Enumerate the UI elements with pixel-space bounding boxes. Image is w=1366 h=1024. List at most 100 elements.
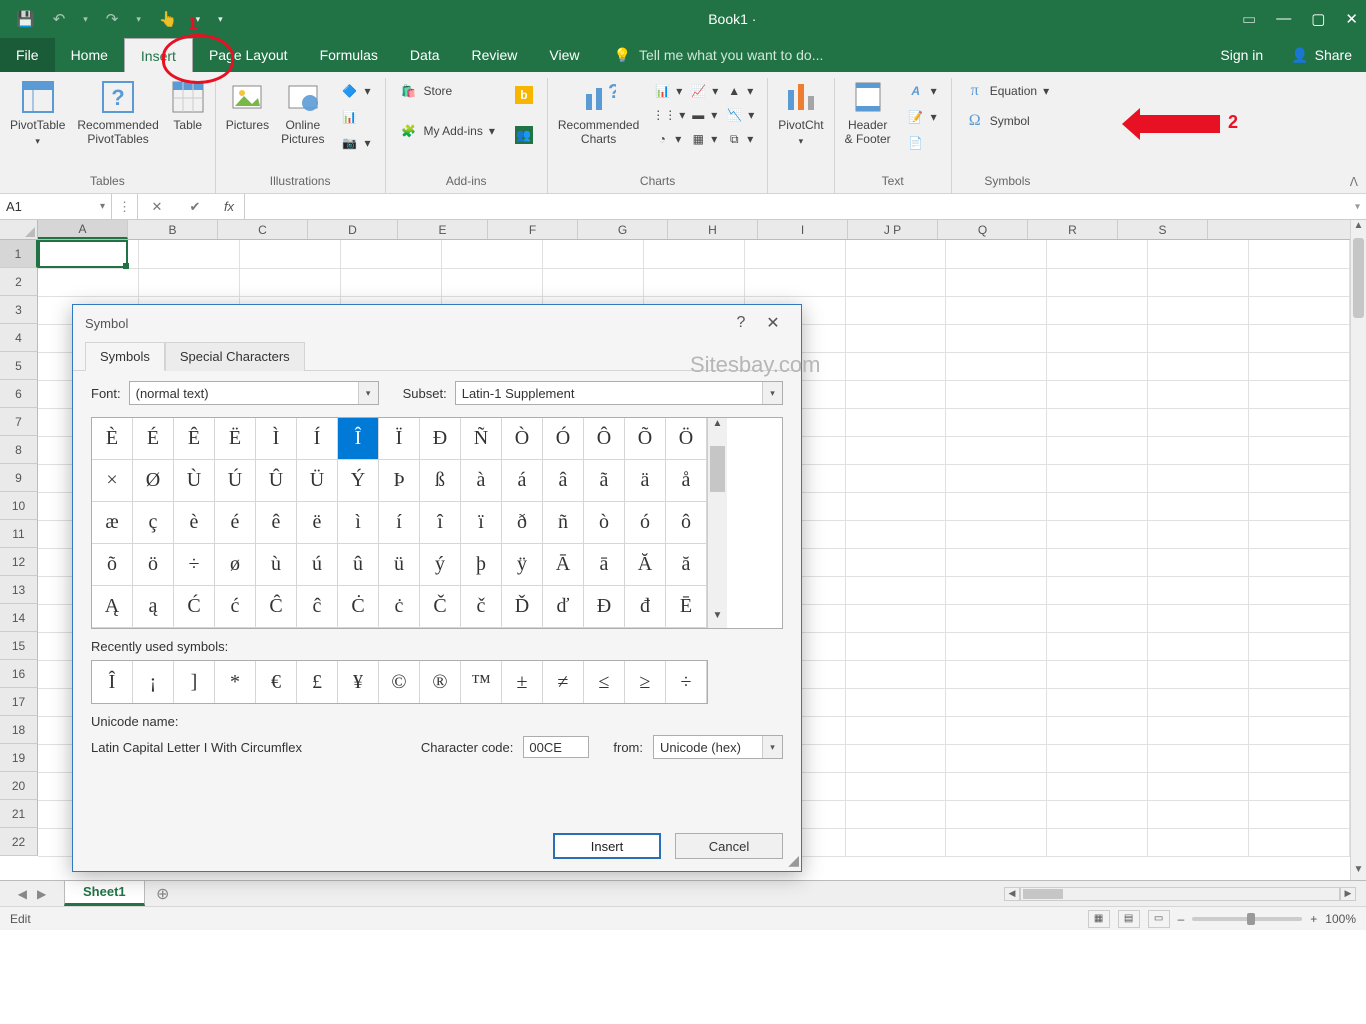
- qat-customize-icon[interactable]: ▾: [218, 14, 223, 25]
- symbol-cell[interactable]: ó: [625, 502, 666, 544]
- symbol-cell[interactable]: ì: [338, 502, 379, 544]
- symbol-cell[interactable]: É: [133, 418, 174, 460]
- symbol-cell[interactable]: Ë: [215, 418, 256, 460]
- symbol-cell[interactable]: Ă: [625, 544, 666, 586]
- row-header-8[interactable]: 8: [0, 436, 38, 464]
- row-header-4[interactable]: 4: [0, 324, 38, 352]
- row-header-19[interactable]: 19: [0, 744, 38, 772]
- col-header-C[interactable]: C: [218, 220, 308, 239]
- symbol-cell[interactable]: Ċ: [338, 586, 379, 628]
- tab-formulas[interactable]: Formulas: [304, 38, 394, 72]
- col-header-Q[interactable]: Q: [938, 220, 1028, 239]
- table-button[interactable]: Table: [171, 80, 205, 132]
- ribbon-options-icon[interactable]: ▭: [1242, 10, 1256, 28]
- chart-scatter-button[interactable]: ⋮⋮▾: [651, 104, 685, 126]
- symbol-cell[interactable]: Ď: [502, 586, 543, 628]
- dialog-tab-symbols[interactable]: Symbols: [85, 342, 165, 371]
- tell-me[interactable]: 💡Tell me what you want to do...: [596, 38, 1207, 72]
- rec-pivottables-button[interactable]: ?Recommended PivotTables: [77, 80, 158, 147]
- row-header-17[interactable]: 17: [0, 688, 38, 716]
- symbol-cell[interactable]: ê: [256, 502, 297, 544]
- row-header-21[interactable]: 21: [0, 800, 38, 828]
- myaddins-button[interactable]: 🧩My Add-ins ▾: [396, 120, 499, 142]
- zoom-slider[interactable]: [1192, 917, 1302, 921]
- symbol-cell[interactable]: ĉ: [297, 586, 338, 628]
- chart-pie-button[interactable]: ◔▾: [651, 128, 685, 150]
- sheet-prev-icon[interactable]: ◀: [18, 887, 27, 901]
- symbol-cell[interactable]: Ô: [584, 418, 625, 460]
- symbol-cell[interactable]: ô: [666, 502, 707, 544]
- recent-symbol-cell[interactable]: ≠: [543, 661, 584, 703]
- from-combo[interactable]: Unicode (hex)▾: [653, 735, 783, 759]
- dialog-titlebar[interactable]: Symbol ? ✕: [73, 305, 801, 341]
- col-header-B[interactable]: B: [128, 220, 218, 239]
- symbol-cell[interactable]: þ: [461, 544, 502, 586]
- undo-icon[interactable]: ↶: [53, 10, 66, 28]
- symbol-cell[interactable]: ü: [379, 544, 420, 586]
- pivottable-button[interactable]: PivotTable▾: [10, 80, 65, 147]
- sheet-next-icon[interactable]: ▶: [37, 887, 46, 901]
- symbol-cell[interactable]: Ö: [666, 418, 707, 460]
- recent-symbol-cell[interactable]: Î: [92, 661, 133, 703]
- row-header-16[interactable]: 16: [0, 660, 38, 688]
- symbol-cell[interactable]: Ú: [215, 460, 256, 502]
- redo-drop-icon[interactable]: ▾: [136, 14, 141, 25]
- symbol-cell[interactable]: à: [461, 460, 502, 502]
- row-header-13[interactable]: 13: [0, 576, 38, 604]
- symbol-cell[interactable]: ß: [420, 460, 461, 502]
- row-header-12[interactable]: 12: [0, 548, 38, 576]
- recent-symbol-cell[interactable]: ≥: [625, 661, 666, 703]
- redo-icon[interactable]: ↷: [106, 10, 119, 28]
- name-box[interactable]: A1: [0, 194, 112, 219]
- object-button[interactable]: 📄: [903, 132, 941, 154]
- symbol-cell[interactable]: ď: [543, 586, 584, 628]
- symbol-cell[interactable]: ï: [461, 502, 502, 544]
- col-header-H[interactable]: H: [668, 220, 758, 239]
- row-header-9[interactable]: 9: [0, 464, 38, 492]
- symbol-cell[interactable]: ā: [584, 544, 625, 586]
- smartart-button[interactable]: 📊: [336, 106, 374, 128]
- symbol-cell[interactable]: Ó: [543, 418, 584, 460]
- dialog-help-icon[interactable]: ?: [725, 314, 757, 332]
- save-icon[interactable]: 💾: [16, 10, 35, 28]
- col-header-G[interactable]: G: [578, 220, 668, 239]
- chart-stock-button[interactable]: 📉▾: [723, 104, 757, 126]
- symbol-cell[interactable]: é: [215, 502, 256, 544]
- pivotchart-button[interactable]: PivotCht▾: [778, 80, 823, 147]
- recent-symbol-cell[interactable]: ™: [461, 661, 502, 703]
- tab-data[interactable]: Data: [394, 38, 456, 72]
- share-button[interactable]: 👤Share: [1277, 38, 1366, 72]
- recent-symbol-cell[interactable]: ©: [379, 661, 420, 703]
- people-button[interactable]: 👥: [511, 124, 537, 146]
- row-header-18[interactable]: 18: [0, 716, 38, 744]
- formula-input[interactable]: [244, 194, 1366, 219]
- symbol-cell[interactable]: ą: [133, 586, 174, 628]
- symbol-cell[interactable]: Í: [297, 418, 338, 460]
- charcode-input[interactable]: 00CE: [523, 736, 589, 758]
- symbol-cell[interactable]: đ: [625, 586, 666, 628]
- symbol-cell[interactable]: ð: [502, 502, 543, 544]
- textbox-button[interactable]: A▾: [903, 80, 941, 102]
- symbol-cell[interactable]: î: [420, 502, 461, 544]
- row-header-11[interactable]: 11: [0, 520, 38, 548]
- symbol-cell[interactable]: Ø: [133, 460, 174, 502]
- horizontal-scrollbar[interactable]: ◀▶: [181, 881, 1366, 906]
- col-header-J P[interactable]: J P: [848, 220, 938, 239]
- symbol-cell[interactable]: ù: [256, 544, 297, 586]
- col-header-A[interactable]: A: [38, 220, 128, 239]
- symbol-cell[interactable]: á: [502, 460, 543, 502]
- touch-icon[interactable]: 👆: [159, 10, 178, 28]
- symbol-cell[interactable]: Î: [338, 418, 379, 460]
- row-header-15[interactable]: 15: [0, 632, 38, 660]
- row-header-2[interactable]: 2: [0, 268, 38, 296]
- cancel-fx-icon[interactable]: ✕: [138, 194, 176, 219]
- symbol-cell[interactable]: ć: [215, 586, 256, 628]
- screenshot-button[interactable]: 📷▾: [336, 132, 374, 154]
- recent-symbol-cell[interactable]: ]: [174, 661, 215, 703]
- symbol-cell[interactable]: Ą: [92, 586, 133, 628]
- tab-review[interactable]: Review: [456, 38, 534, 72]
- view-page-icon[interactable]: ▤: [1118, 910, 1140, 928]
- dialog-tab-special[interactable]: Special Characters: [165, 342, 305, 371]
- chart-combo-button[interactable]: ⧉▾: [723, 128, 757, 150]
- symbol-cell[interactable]: ñ: [543, 502, 584, 544]
